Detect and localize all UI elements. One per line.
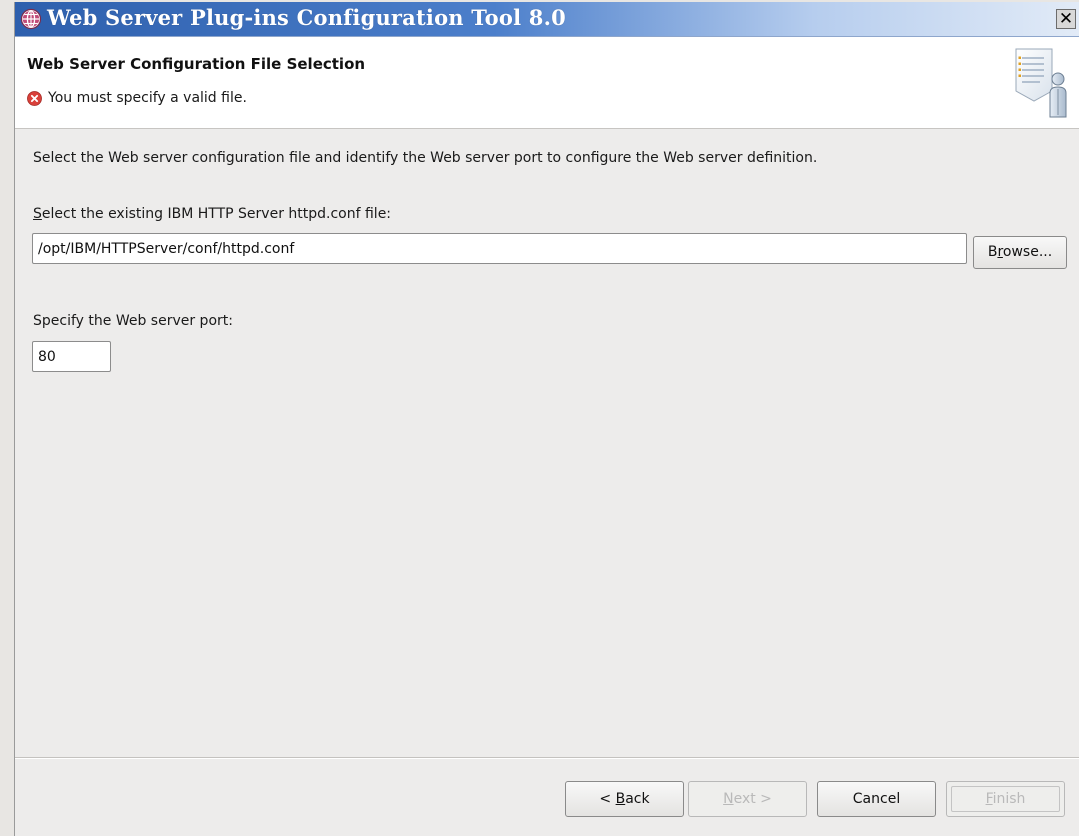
- port-label: Specify the Web server port:: [33, 313, 233, 329]
- error-icon: [27, 91, 42, 106]
- page-description: Select the Web server configuration file…: [33, 150, 818, 166]
- finish-button[interactable]: Finish: [946, 781, 1065, 817]
- next-label-post: ext >: [733, 791, 772, 807]
- title-bar[interactable]: Web Server Plug-ins Configuration Tool 8…: [15, 2, 1079, 37]
- browse-label-pre: B: [987, 244, 998, 260]
- footer-separator: [15, 757, 1079, 759]
- config-file-label-text: elect the existing IBM HTTP Server httpd…: [41, 206, 392, 222]
- next-label-mnemonic: N: [723, 791, 734, 807]
- back-button[interactable]: < Back: [565, 781, 684, 817]
- cancel-button[interactable]: Cancel: [817, 781, 936, 817]
- config-file-path-input[interactable]: [32, 233, 967, 264]
- window-title: Web Server Plug-ins Configuration Tool 8…: [47, 5, 566, 30]
- page-title: Web Server Configuration File Selection: [27, 55, 366, 73]
- finish-label-mnemonic: F: [985, 791, 993, 807]
- config-file-label-mnemonic: S: [33, 206, 42, 222]
- close-button[interactable]: ✕: [1056, 9, 1076, 29]
- port-input[interactable]: [32, 341, 111, 372]
- wizard-checklist-person-icon: [1015, 48, 1067, 118]
- cancel-label: Cancel: [852, 791, 901, 807]
- browse-button[interactable]: Browse...: [973, 236, 1067, 269]
- back-label-post: ack: [625, 791, 650, 807]
- finish-label-post: inish: [992, 791, 1026, 807]
- browse-label-post: owse...: [1002, 244, 1053, 260]
- config-file-label: Select the existing IBM HTTP Server http…: [33, 206, 391, 222]
- error-message: You must specify a valid file.: [48, 90, 247, 106]
- globe-icon: [20, 8, 42, 30]
- back-label-mnemonic: B: [615, 791, 626, 807]
- close-icon: ✕: [1058, 9, 1074, 29]
- back-label-pre: <: [599, 791, 616, 807]
- wizard-header: Web Server Configuration File Selection …: [15, 37, 1079, 129]
- configuration-tool-window: Web Server Plug-ins Configuration Tool 8…: [14, 2, 1079, 836]
- next-button[interactable]: Next >: [688, 781, 807, 817]
